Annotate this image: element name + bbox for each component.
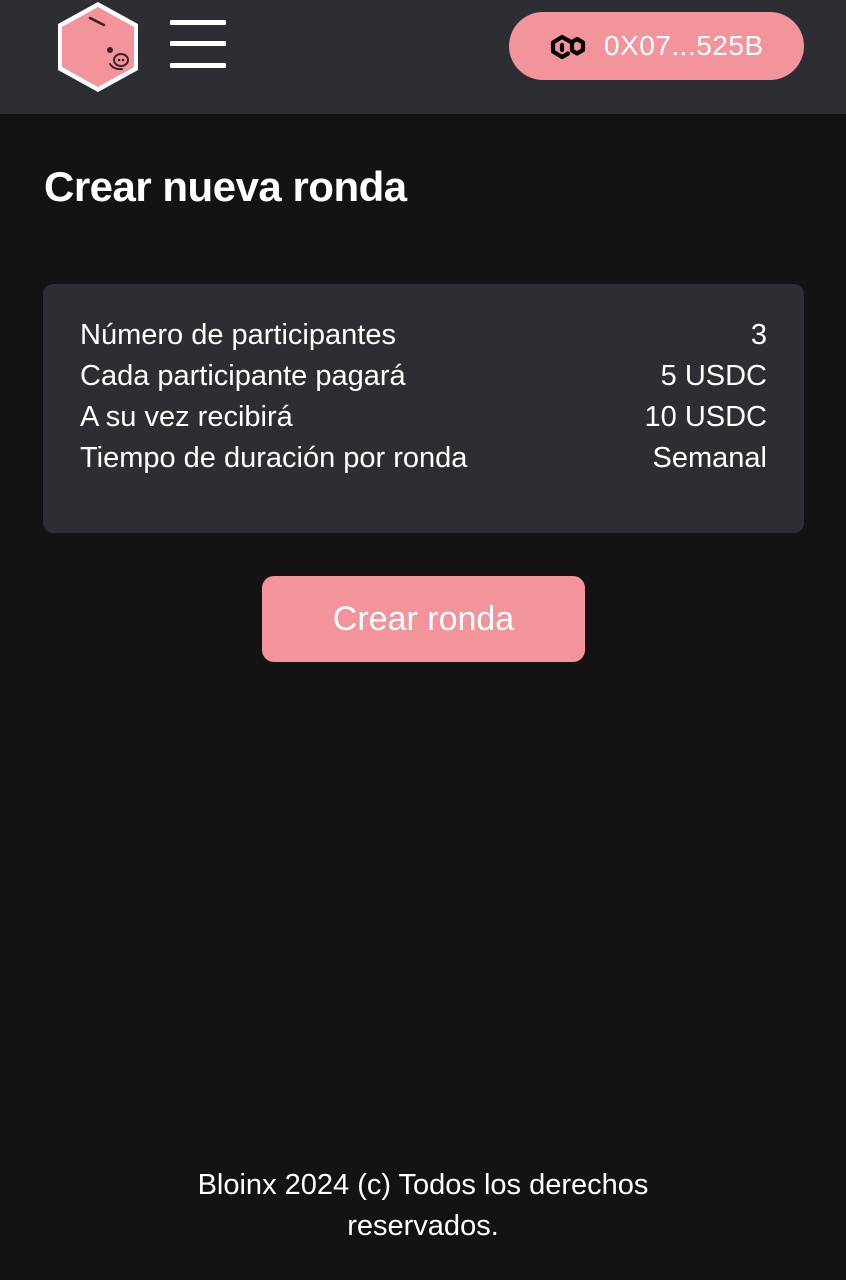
menu-bar xyxy=(170,41,226,46)
summary-label: A su vez recibirá xyxy=(80,401,293,433)
piggy-bank-logo-icon[interactable] xyxy=(52,0,144,96)
summary-row-participants: Número de participantes 3 xyxy=(80,315,767,356)
summary-label: Tiempo de duración por ronda xyxy=(80,442,468,474)
footer-copyright-line2: reservados. xyxy=(347,1210,499,1242)
round-summary-card: Número de participantes 3 Cada participa… xyxy=(43,284,804,533)
summary-value: Semanal xyxy=(652,442,767,474)
summary-row-payment: Cada participante pagará 5 USDC xyxy=(80,356,767,397)
create-round-button[interactable]: Crear ronda xyxy=(262,576,585,662)
polygon-network-icon xyxy=(545,30,589,64)
summary-value: 5 USDC xyxy=(660,360,767,392)
wallet-address: 0X07...525B xyxy=(604,30,764,61)
summary-label: Cada participante pagará xyxy=(80,360,406,392)
top-header: 0X07...525B xyxy=(0,0,846,114)
menu-bar xyxy=(170,63,226,68)
wallet-connect-button[interactable]: 0X07...525B xyxy=(509,12,804,80)
footer-copyright-line1: Bloinx 2024 (c) Todos los derechos xyxy=(197,1169,649,1201)
summary-value: 3 xyxy=(750,319,767,351)
summary-value: 10 USDC xyxy=(644,401,768,433)
footer: Bloinx 2024 (c) Todos los derechos reser… xyxy=(150,1165,696,1247)
summary-row-duration: Tiempo de duración por ronda Semanal xyxy=(80,438,767,479)
menu-bar xyxy=(170,20,226,25)
hamburger-menu-icon[interactable] xyxy=(166,16,230,76)
summary-label: Número de participantes xyxy=(80,319,396,351)
page-title: Crear nueva ronda xyxy=(44,163,407,210)
summary-row-receive: A su vez recibirá 10 USDC xyxy=(80,397,767,438)
